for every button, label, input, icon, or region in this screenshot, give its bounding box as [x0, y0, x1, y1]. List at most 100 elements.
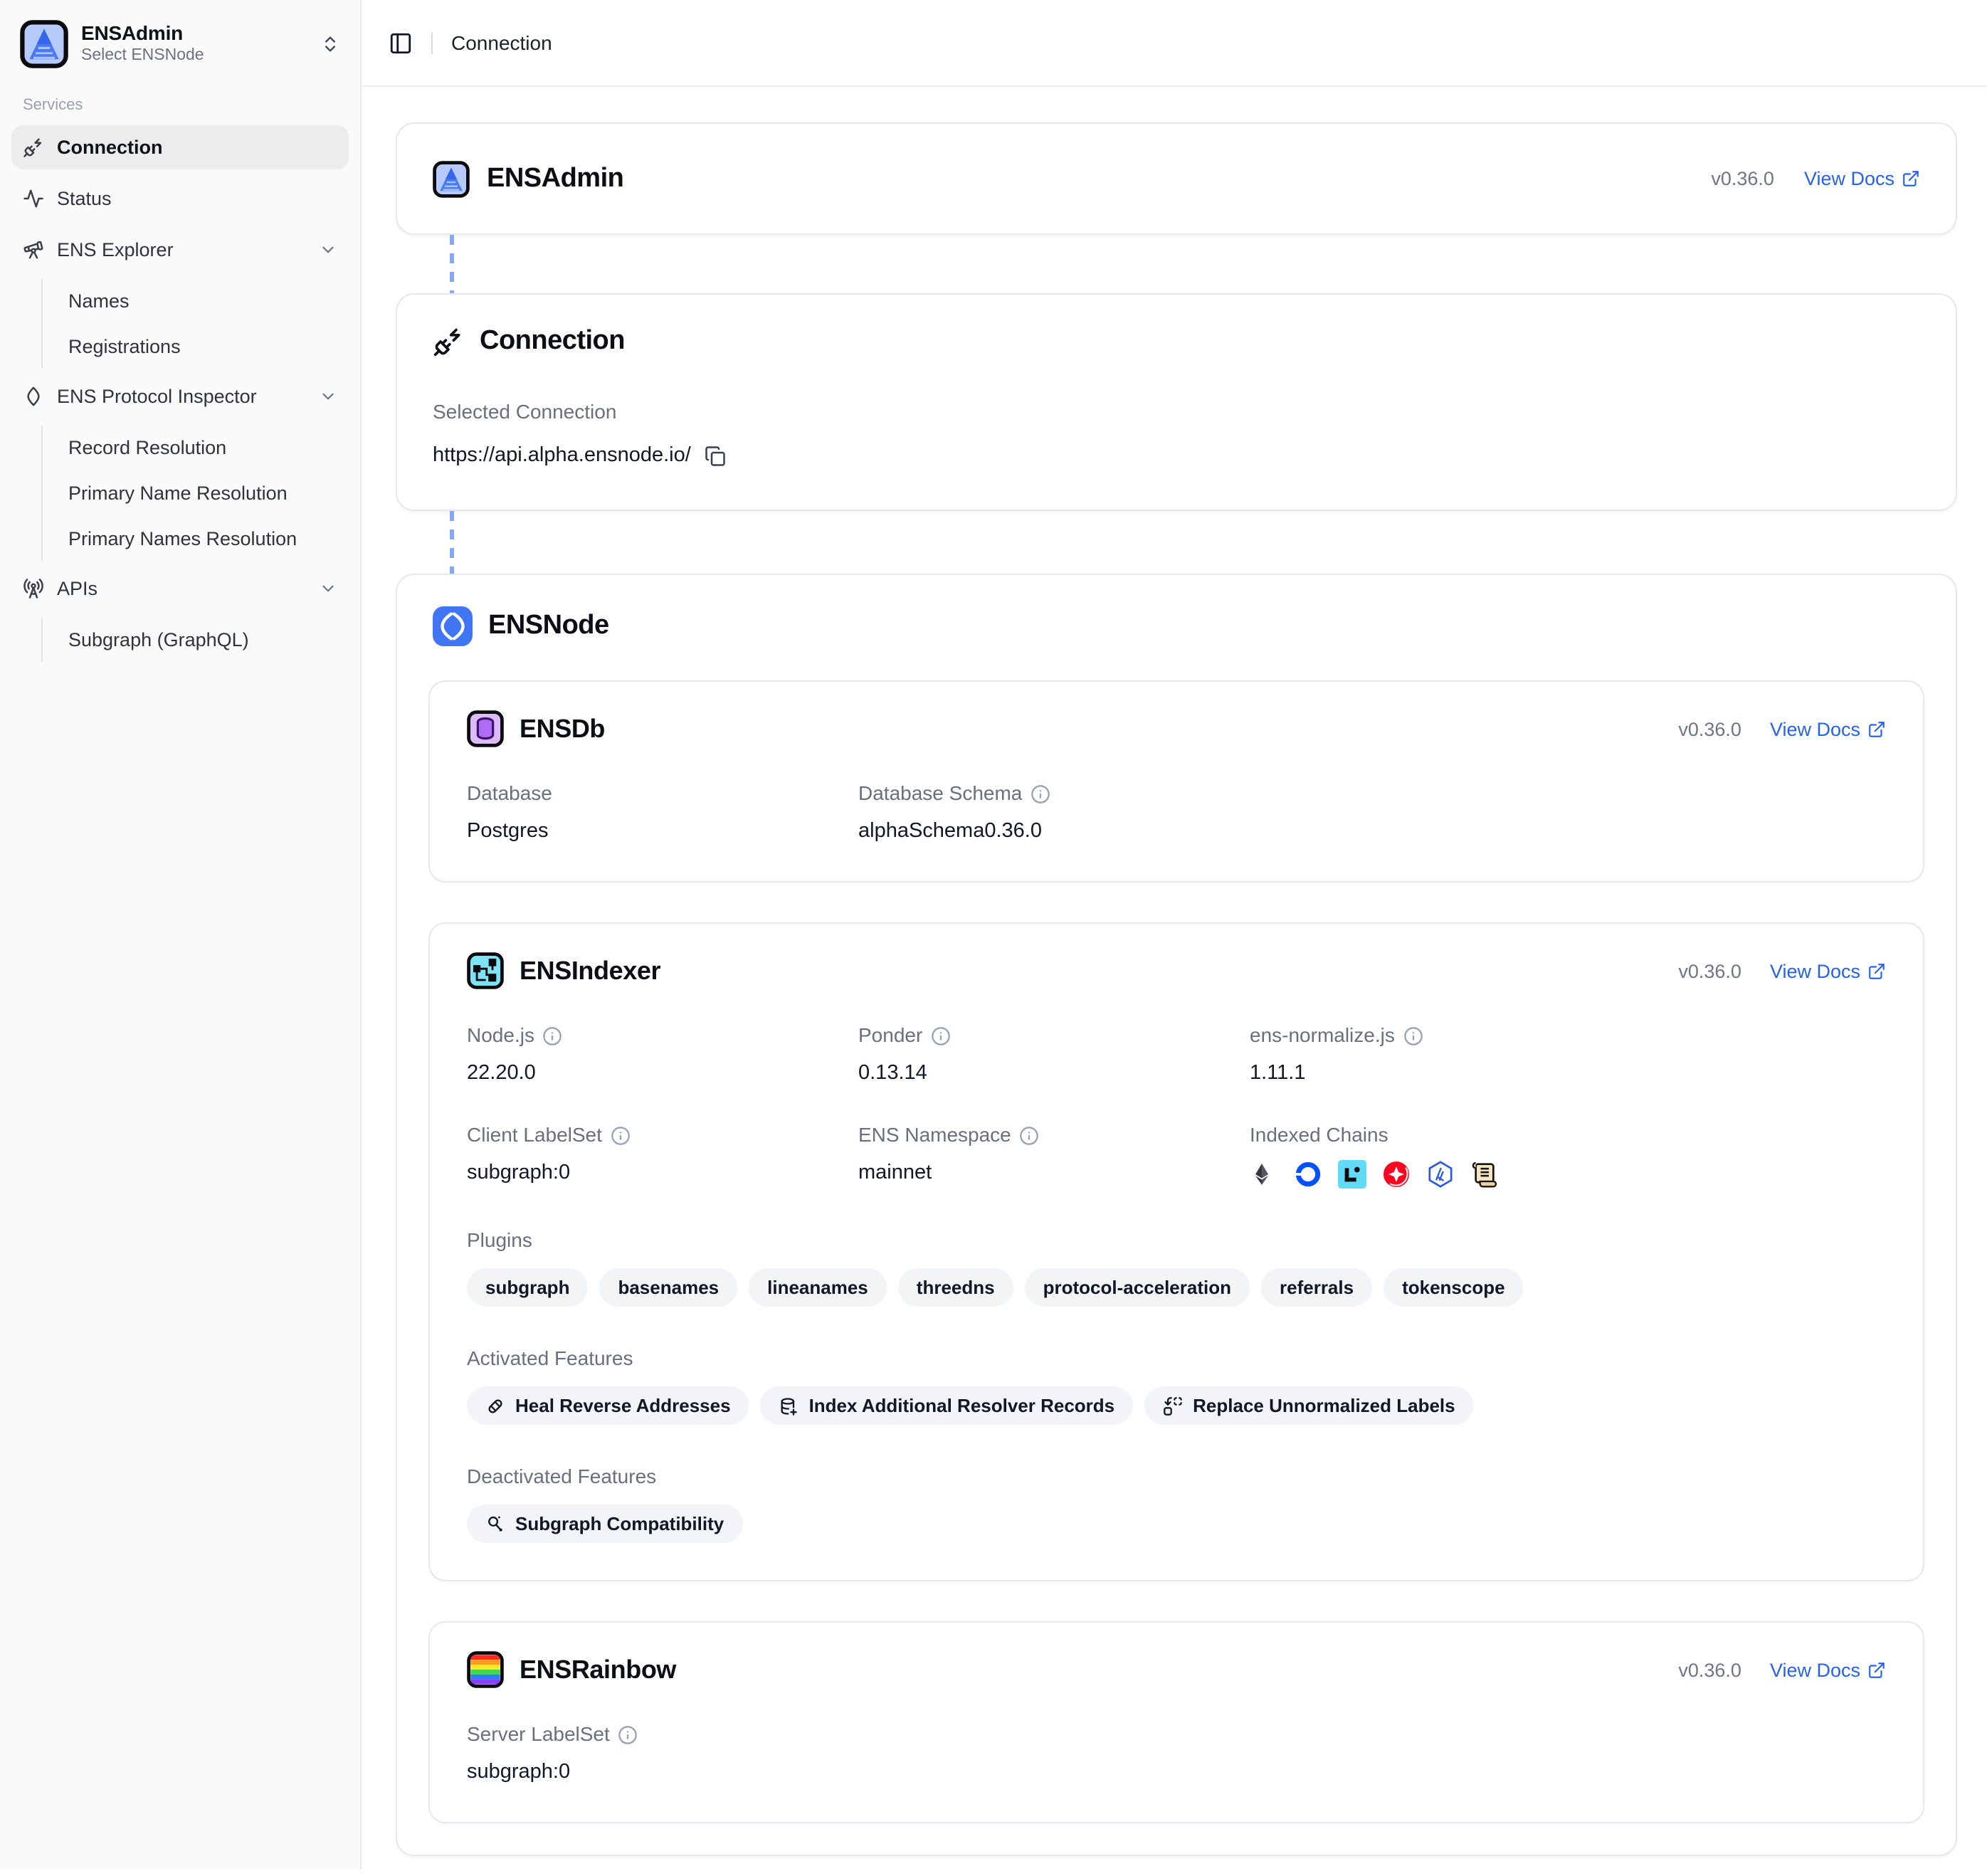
linea-chain-icon	[1338, 1160, 1366, 1189]
ensrainbow-card-title: ENSRainbow	[520, 1655, 676, 1685]
plug-zap-icon	[433, 326, 464, 357]
sidebar-item-apis[interactable]: APIs	[11, 567, 349, 611]
topbar: Connection	[362, 0, 1987, 87]
sidebar-item-label: ENS Protocol Inspector	[57, 386, 257, 407]
ensrainbow-view-docs-link[interactable]: View Docs	[1770, 1659, 1886, 1680]
feature-label: Heal Reverse Addresses	[515, 1395, 731, 1416]
field-server-labelset: Server LabelSet subgraph:0	[467, 1722, 858, 1785]
sidebar-item-subgraph-graphql[interactable]: Subgraph (GraphQL)	[43, 618, 349, 662]
ensdb-card: ENSDb v0.36.0 View Docs Database Postgre…	[428, 680, 1924, 882]
sidebar-item-ens-protocol-inspector[interactable]: ENS Protocol Inspector	[11, 374, 349, 418]
ensindexer-logo-icon	[467, 952, 504, 989]
deactivated-features-label: Deactivated Features	[467, 1465, 1886, 1487]
breadcrumb: Connection	[451, 31, 552, 54]
ensadmin-view-docs-link[interactable]: View Docs	[1804, 168, 1920, 189]
ensadmin-logo-icon	[20, 20, 68, 68]
bandage-icon	[485, 1396, 505, 1416]
plugin-badge: protocol-acceleration	[1025, 1268, 1250, 1307]
topbar-divider	[431, 32, 433, 53]
plugins-row: subgraph basenames lineanames threedns p…	[467, 1268, 1886, 1307]
field-ponder: Ponder 0.13.14	[858, 1023, 1250, 1086]
view-docs-label: View Docs	[1804, 168, 1894, 189]
field-value: subgraph:0	[467, 1759, 858, 1785]
arbitrum-chain-icon	[1426, 1160, 1455, 1189]
ensindexer-card: ENSIndexer v0.36.0 View Docs Node.js 22	[428, 922, 1924, 1581]
card-connector	[450, 511, 454, 574]
field-ens-normalize: ens-normalize.js 1.11.1	[1250, 1023, 1886, 1086]
ensadmin-app: ENSAdmin Select ENSNode Services Connect…	[0, 0, 1987, 1869]
sidebar-item-primary-name-resolution[interactable]: Primary Name Resolution	[43, 471, 349, 515]
sidebar-item-registrations[interactable]: Registrations	[43, 325, 349, 369]
info-icon[interactable]	[543, 1026, 563, 1045]
field-value: alphaSchema0.36.0	[858, 818, 1250, 844]
field-label: ens-normalize.js	[1250, 1023, 1395, 1048]
copy-url-button[interactable]	[705, 445, 727, 466]
field-label: Database	[467, 781, 552, 806]
sidebar-item-label: Connection	[57, 137, 163, 158]
field-database-schema: Database Schema alphaSchema0.36.0	[858, 781, 1250, 844]
field-ens-namespace: ENS Namespace mainnet	[858, 1123, 1250, 1189]
protocol-inspector-subitems: Record Resolution Primary Name Resolutio…	[41, 426, 349, 561]
info-icon[interactable]	[1403, 1026, 1423, 1045]
ensdb-view-docs-link[interactable]: View Docs	[1770, 718, 1886, 739]
base-chain-icon	[1294, 1160, 1322, 1189]
ensadmin-logo-icon	[433, 160, 470, 197]
ensnode-card-title: ENSNode	[488, 611, 609, 642]
ensdb-logo-icon	[467, 710, 504, 747]
chevron-down-icon	[319, 241, 337, 259]
activated-features-row: Heal Reverse Addresses Index Additional …	[467, 1386, 1886, 1425]
info-icon[interactable]	[618, 1724, 638, 1744]
info-icon[interactable]	[931, 1026, 951, 1045]
page-content: ENSAdmin v0.36.0 View Docs Connection Se…	[362, 87, 1987, 1876]
feature-badge-heal-reverse-addresses: Heal Reverse Addresses	[467, 1386, 749, 1425]
app-title: ENSAdmin	[81, 21, 307, 46]
sidebar-item-connection[interactable]: Connection	[11, 125, 349, 169]
view-docs-label: View Docs	[1770, 718, 1860, 739]
services-section-label: Services	[23, 97, 337, 114]
ensrainbow-logo-icon	[467, 1651, 504, 1688]
external-link-icon	[1867, 961, 1886, 980]
ensrainbow-card: ENSRainbow v0.36.0 View Docs Server Labe…	[428, 1621, 1924, 1823]
ensnode-selector[interactable]: ENSAdmin Select ENSNode	[11, 14, 349, 74]
field-database: Database Postgres	[467, 781, 858, 844]
field-client-labelset: Client LabelSet subgraph:0	[467, 1123, 858, 1189]
sidebar-item-ens-explorer[interactable]: ENS Explorer	[11, 228, 349, 272]
ensnode-card: ENSNode ENSDb v0.36.0 View Docs	[396, 574, 1957, 1856]
sidebar-item-names[interactable]: Names	[43, 279, 349, 323]
field-label: Server LabelSet	[467, 1722, 610, 1746]
feature-label: Index Additional Resolver Records	[809, 1395, 1115, 1416]
copy-icon	[705, 445, 727, 466]
feature-badge-index-additional-resolver-records: Index Additional Resolver Records	[761, 1386, 1134, 1425]
ensadmin-card: ENSAdmin v0.36.0 View Docs	[396, 122, 1957, 235]
ensindexer-version: v0.36.0	[1678, 960, 1741, 981]
main-area: Connection ENSAdmin v0.36.0 View Docs Co…	[362, 0, 1987, 1869]
sidebar-toggle-button[interactable]	[389, 31, 413, 55]
chevron-down-icon	[319, 387, 337, 406]
external-link-icon	[1867, 1660, 1886, 1679]
ensindexer-view-docs-link[interactable]: View Docs	[1770, 960, 1886, 981]
external-link-icon	[1902, 169, 1920, 188]
subgraph-icon	[485, 1514, 505, 1534]
sidebar-item-record-resolution[interactable]: Record Resolution	[43, 426, 349, 470]
field-value: Postgres	[467, 818, 858, 844]
view-docs-label: View Docs	[1770, 1659, 1860, 1680]
indexed-chains-row	[1250, 1160, 1886, 1189]
selected-connection-label: Selected Connection	[433, 400, 616, 424]
view-docs-label: View Docs	[1770, 960, 1860, 981]
feature-badge-replace-unnormalized-labels: Replace Unnormalized Labels	[1144, 1386, 1473, 1425]
feature-label: Subgraph Compatibility	[515, 1513, 724, 1534]
app-subtitle: Select ENSNode	[81, 46, 307, 68]
field-value: 0.13.14	[858, 1060, 1250, 1086]
activated-features-label: Activated Features	[467, 1347, 1886, 1369]
sidebar-item-status[interactable]: Status	[11, 176, 349, 221]
chevron-down-icon	[319, 579, 337, 598]
info-icon[interactable]	[1020, 1125, 1040, 1145]
sidebar-item-primary-names-resolution[interactable]: Primary Names Resolution	[43, 517, 349, 561]
database-plus-icon	[779, 1396, 799, 1416]
info-icon[interactable]	[611, 1125, 631, 1145]
chevrons-up-down-icon	[320, 34, 340, 54]
plugin-badge: basenames	[599, 1268, 737, 1307]
info-icon[interactable]	[1031, 784, 1050, 803]
connection-card-title: Connection	[480, 326, 625, 357]
ensdb-card-title: ENSDb	[520, 714, 605, 744]
